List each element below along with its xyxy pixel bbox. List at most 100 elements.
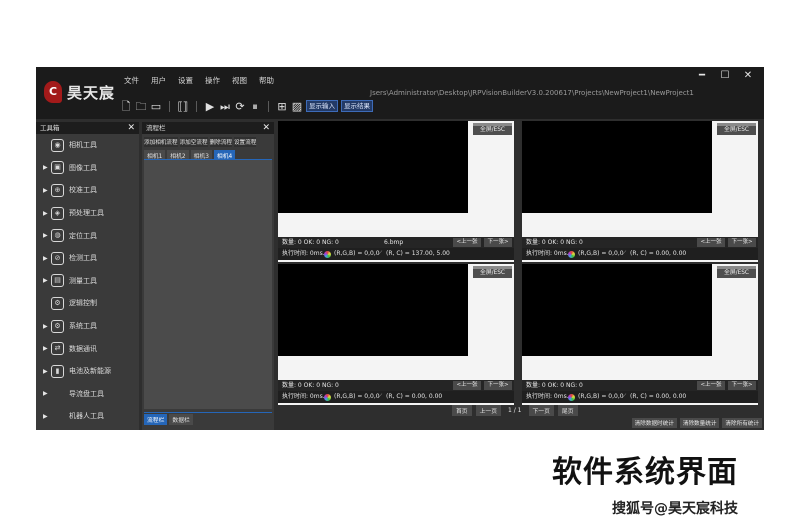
coordinate-icon: ⟋: [378, 250, 383, 257]
image-pane[interactable]: 全屏/ESC 数量: 0 OK: 0 NG: 0 <上一张 下一张> 执行时间: 0ms…: [522, 121, 758, 262]
delete-flow-button[interactable]: 删除流程: [209, 137, 232, 147]
tool-label: 校准工具: [69, 186, 97, 195]
menu-file[interactable]: 文件: [118, 73, 145, 88]
clear-all-stats-button[interactable]: 清除所有统计: [722, 418, 762, 428]
run-icon[interactable]: ▶: [204, 100, 216, 113]
next-image-button[interactable]: 下一张>: [484, 238, 512, 247]
menu-operation[interactable]: 操作: [199, 73, 226, 88]
tool-label: 机器人工具: [69, 412, 104, 421]
maximize-button[interactable]: ☐: [715, 69, 735, 83]
image-filename: 6.bmp: [384, 239, 404, 246]
tool-item[interactable]: ▶ ◈ 预处理工具: [36, 202, 139, 225]
calibrate-icon: ⊕: [51, 183, 64, 197]
set-flow-button[interactable]: 设置流程: [233, 137, 257, 147]
color-picker-icon: [324, 251, 331, 258]
last-page-button[interactable]: 尾页: [557, 405, 578, 416]
fullscreen-button[interactable]: 全屏/ESC: [473, 123, 512, 135]
expand-arrow-icon[interactable]: ▶: [43, 210, 48, 217]
tool-label: 预处理工具: [69, 209, 104, 218]
clear-data-stats-button[interactable]: 清除数据时统计: [631, 418, 677, 428]
expand-arrow-icon[interactable]: ▶: [43, 345, 48, 352]
tool-item[interactable]: ⚙ 逻辑控制: [36, 292, 139, 315]
tool-item[interactable]: ▶ 导流盘工具: [36, 383, 139, 406]
add-empty-flow-button[interactable]: 添加空流程: [179, 137, 208, 147]
show-result-button[interactable]: 显示结果: [341, 100, 373, 112]
flow-title: 流程栏: [146, 124, 166, 132]
tool-item[interactable]: ▶ ◍ 定位工具: [36, 224, 139, 247]
menu-user[interactable]: 用户: [145, 73, 172, 88]
tool-label: 测量工具: [69, 276, 97, 285]
menu-view[interactable]: 视图: [226, 73, 253, 88]
image-pane[interactable]: 全屏/ESC 数量: 0 OK: 0 NG: 0 6.bmp <上一张 下一张> 执行时间…: [278, 121, 514, 262]
expand-arrow-icon[interactable]: ▶: [43, 187, 48, 194]
rgb-value: (R,G,B) = 0,0,0: [334, 393, 380, 400]
image-canvas[interactable]: [522, 264, 712, 356]
flow-canvas[interactable]: [144, 159, 272, 409]
image-pane[interactable]: 全屏/ESC 数量: 0 OK: 0 NG: 0 <上一张 下一张> 执行时间: 0ms…: [522, 264, 758, 405]
prev-image-button[interactable]: <上一张: [697, 238, 725, 247]
prev-page-button[interactable]: 上一页: [475, 405, 502, 416]
expand-arrow-icon[interactable]: ▶: [43, 255, 48, 262]
toolbar: 🗋 🗀 ▭ ⟦⟧ ▶ ⏭ ⟳ ⏸ ⊞ ▨ 显示输入 显示结果: [120, 99, 373, 113]
grid-icon[interactable]: ⊞: [276, 100, 288, 113]
pause-icon[interactable]: ⏸: [249, 100, 261, 113]
page-info: 1 / 1: [508, 407, 522, 414]
inspect-icon: ⊘: [51, 251, 64, 265]
tab-data[interactable]: 数据栏: [169, 414, 193, 425]
flow-close-icon[interactable]: ✕: [262, 122, 270, 134]
title-bar: C 昊天宸 文件 用户 设置 操作 视图 帮助 Jsers\Administra…: [36, 67, 764, 119]
add-camera-flow-button[interactable]: 添加相机流程: [144, 137, 178, 147]
open-folder-icon[interactable]: 🗀: [135, 100, 147, 113]
minimize-button[interactable]: ━: [692, 69, 712, 83]
tool-item[interactable]: ▶ ▤ 测量工具: [36, 270, 139, 293]
next-image-button[interactable]: 下一张>: [728, 381, 756, 390]
expand-arrow-icon[interactable]: ▶: [43, 164, 48, 171]
save-icon[interactable]: ▭: [150, 100, 162, 113]
tool-item[interactable]: ▶ ⚙ 系统工具: [36, 315, 139, 338]
tool-item[interactable]: ▶ ⊘ 检测工具: [36, 247, 139, 270]
show-input-button[interactable]: 显示输入: [306, 100, 338, 112]
tab-flow[interactable]: 流程栏: [144, 414, 168, 425]
loop-icon[interactable]: ⟳: [234, 100, 246, 113]
expand-arrow-icon[interactable]: ▶: [43, 277, 48, 284]
next-page-button[interactable]: 下一页: [528, 405, 554, 416]
fullscreen-button[interactable]: 全屏/ESC: [473, 266, 512, 278]
rgb-value: (R,G,B) = 0,0,0: [578, 250, 624, 257]
color-picker-icon: [568, 251, 575, 258]
fullscreen-button[interactable]: 全屏/ESC: [717, 266, 756, 278]
image-pane[interactable]: 全屏/ESC 数量: 0 OK: 0 NG: 0 <上一张 下一张> 执行时间: 0ms…: [278, 264, 514, 405]
step-icon[interactable]: ⏭: [219, 100, 231, 113]
measure-icon: ▤: [51, 274, 64, 288]
image-view-icon[interactable]: ▨: [291, 100, 303, 113]
menu-help[interactable]: 帮助: [253, 73, 280, 88]
expand-arrow-icon[interactable]: ▶: [43, 368, 48, 375]
frame-icon[interactable]: ⟦⟧: [177, 100, 189, 113]
expand-arrow-icon[interactable]: ▶: [43, 323, 48, 330]
image-canvas[interactable]: [522, 121, 712, 213]
toolbox-close-icon[interactable]: ✕: [127, 122, 135, 134]
next-image-button[interactable]: 下一张>: [484, 381, 512, 390]
next-image-button[interactable]: 下一张>: [728, 238, 756, 247]
color-picker-icon: [568, 394, 575, 401]
tool-item[interactable]: ▶ 机器人工具: [36, 405, 139, 428]
prev-image-button[interactable]: <上一张: [453, 238, 481, 247]
pane-status-bar: 数量: 0 OK: 0 NG: 0 6.bmp <上一张 下一张>: [278, 237, 514, 248]
prev-image-button[interactable]: <上一张: [697, 381, 725, 390]
expand-arrow-icon[interactable]: ▶: [43, 232, 48, 239]
tool-item[interactable]: ▶ ⊕ 校准工具: [36, 179, 139, 202]
expand-arrow-icon[interactable]: ▶: [43, 413, 48, 420]
tool-item[interactable]: ▶ ⇄ 数据通讯: [36, 337, 139, 360]
menu-settings[interactable]: 设置: [172, 73, 199, 88]
image-canvas[interactable]: [278, 264, 468, 356]
tool-item[interactable]: ▶ ▣ 图像工具: [36, 157, 139, 180]
prev-image-button[interactable]: <上一张: [453, 381, 481, 390]
image-canvas[interactable]: [278, 121, 468, 213]
new-file-icon[interactable]: 🗋: [120, 100, 132, 113]
clear-count-stats-button[interactable]: 清除数量统计: [679, 418, 720, 428]
tool-item[interactable]: ▶ ▮ 电池及新能源: [36, 360, 139, 383]
expand-arrow-icon[interactable]: ▶: [43, 390, 48, 397]
tool-item[interactable]: ◉ 相机工具: [36, 134, 139, 157]
first-page-button[interactable]: 首页: [452, 405, 472, 416]
fullscreen-button[interactable]: 全屏/ESC: [717, 123, 756, 135]
close-window-button[interactable]: ✕: [738, 69, 758, 83]
